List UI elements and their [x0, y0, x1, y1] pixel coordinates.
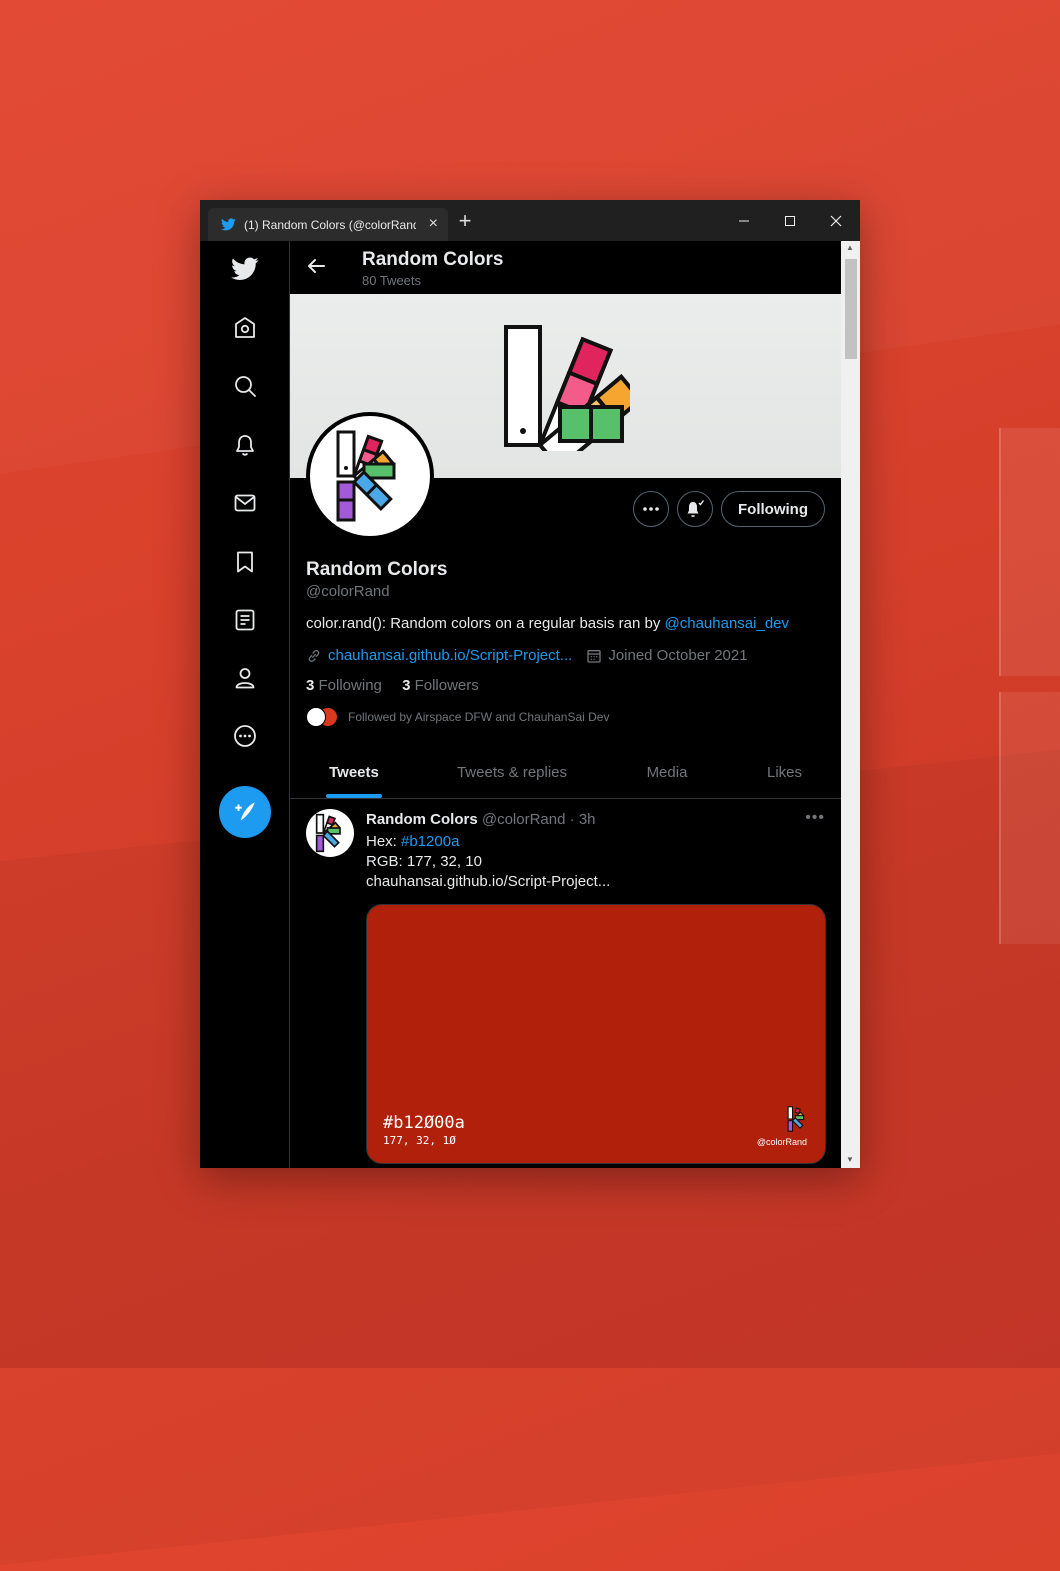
profile-more-button[interactable]: [633, 491, 669, 527]
followers-stat-link[interactable]: 3 Followers: [402, 677, 479, 694]
minimize-button[interactable]: [721, 200, 767, 241]
tab-tweets[interactable]: Tweets: [290, 747, 418, 798]
tweet-hashtag-link[interactable]: #b1200a: [401, 833, 459, 850]
tweet-hex-label: Hex:: [366, 833, 402, 850]
tweet-color-image[interactable]: #b12Ø00a 177, 32, 1Ø @colorRand: [366, 904, 826, 1164]
bio-mention-link[interactable]: @chauhansai_dev: [665, 615, 789, 632]
tab-media[interactable]: Media: [606, 747, 728, 798]
tab-tweets-replies-label: Tweets & replies: [456, 764, 568, 781]
tweet-item[interactable]: Random Colors @colorRand · 3h ••• Hex: #…: [290, 799, 841, 1168]
tab-likes-label: Likes: [766, 764, 803, 781]
close-icon: [830, 215, 842, 226]
following-stat-link[interactable]: 3 Following: [306, 677, 382, 694]
scrollbar-thumb[interactable]: [845, 259, 857, 359]
messages-mail-icon[interactable]: [230, 488, 260, 518]
followed-by-row[interactable]: Followed by Airspace DFW and ChauhanSai …: [306, 707, 609, 727]
bookmark-icon[interactable]: [230, 547, 260, 577]
profile-avatar[interactable]: [306, 412, 434, 540]
vertical-scrollbar[interactable]: ▲ ▼: [841, 241, 860, 1168]
follower-avatar-1: [306, 707, 326, 727]
card-logo-icon: [787, 1106, 805, 1132]
header-tweet-count: 80 Tweets: [362, 273, 422, 288]
twitter-logo-icon[interactable]: [230, 254, 260, 284]
follow-stats: 3 Following 3 Followers: [306, 677, 479, 694]
notify-bell-button[interactable]: [677, 491, 713, 527]
profile-name: Random Colors: [306, 559, 448, 580]
calendar-icon: [587, 649, 601, 663]
scroll-up-arrow-icon[interactable]: ▲: [846, 243, 854, 252]
lists-icon[interactable]: [230, 605, 260, 635]
following-count: 3: [306, 677, 315, 694]
title-bar: (1) Random Colors (@colorRand × +: [200, 200, 860, 241]
desktop-logo-pane-bottom: [999, 692, 1060, 944]
profile-main-column: Random Colors 80 Tweets Following Random…: [290, 241, 841, 1168]
tab-tweets-label: Tweets: [329, 764, 379, 781]
website-link[interactable]: chauhansai.github.io/Script-Project...: [328, 647, 572, 664]
header-title: Random Colors: [362, 249, 504, 270]
profile-bio: color.rand(): Random colors on a regular…: [306, 615, 789, 632]
home-icon[interactable]: [230, 313, 260, 343]
search-icon[interactable]: [230, 371, 260, 401]
tab-title: (1) Random Colors (@colorRand: [244, 217, 416, 232]
compose-tweet-button[interactable]: [219, 786, 271, 838]
tweet-hex-line: Hex: #b1200a: [366, 833, 459, 850]
profile-handle: @colorRand: [306, 583, 390, 600]
tweet-link[interactable]: chauhansai.github.io/Script-Project...: [366, 873, 610, 890]
link-icon: [308, 649, 320, 662]
tweet-separator: ·: [569, 811, 575, 828]
tweet-avatar[interactable]: [306, 809, 354, 857]
avatar-logo-icon: [336, 430, 396, 522]
tab-tweets-replies[interactable]: Tweets & replies: [418, 747, 606, 798]
followers-label: Followers: [414, 677, 479, 694]
followed-by-text: Followed by Airspace DFW and ChauhanSai …: [348, 710, 610, 724]
tweet-more-icon[interactable]: •••: [805, 809, 825, 827]
following-label: Following: [318, 677, 382, 694]
browser-tab[interactable]: (1) Random Colors (@colorRand ×: [208, 208, 448, 241]
desktop-logo-pane-top: [999, 428, 1060, 676]
twitter-favicon-icon: [220, 217, 236, 233]
bio-text: color.rand(): Random colors on a regular…: [306, 615, 665, 632]
card-handle-text: @colorRand: [756, 1137, 807, 1147]
tab-likes[interactable]: Likes: [728, 747, 841, 798]
back-arrow-icon[interactable]: [306, 256, 328, 278]
new-tab-button[interactable]: +: [454, 210, 476, 232]
profile-meta: chauhansai.github.io/Script-Project... J…: [306, 647, 748, 664]
notifications-bell-icon[interactable]: [230, 430, 260, 460]
profile-person-icon[interactable]: [230, 663, 260, 693]
color-swatch-fan-icon: [504, 325, 630, 451]
tab-media-label: Media: [646, 764, 688, 781]
card-hex-text: #b12Ø00a: [383, 1113, 465, 1133]
following-button[interactable]: Following: [721, 491, 825, 527]
tweet-rgb-line: RGB: 177, 32, 10: [366, 853, 482, 870]
browser-window: (1) Random Colors (@colorRand × + Random…: [200, 200, 860, 1168]
maximize-button[interactable]: [767, 200, 813, 241]
card-rgb-text: 177, 32, 1Ø: [383, 1134, 456, 1147]
nav-sidebar: [200, 241, 290, 1168]
tweet-time[interactable]: 3h: [579, 811, 596, 828]
close-window-button[interactable]: [813, 200, 859, 241]
compose-tweet-icon: [235, 802, 255, 821]
more-circle-icon[interactable]: [230, 721, 260, 751]
profile-tabs: Tweets Tweets & replies Media Likes: [290, 747, 841, 799]
bell-check-icon: [687, 500, 705, 517]
active-tab-indicator: [326, 794, 382, 798]
followers-count: 3: [402, 677, 411, 694]
tweet-header: Random Colors @colorRand · 3h: [366, 811, 596, 828]
more-dots-icon: [643, 507, 659, 511]
tweet-author-name[interactable]: Random Colors: [366, 811, 478, 828]
joined-date: Joined October 2021: [608, 647, 748, 664]
tweet-avatar-logo-icon: [315, 813, 341, 853]
scroll-down-arrow-icon[interactable]: ▼: [846, 1155, 854, 1164]
profile-header: Random Colors 80 Tweets: [290, 241, 841, 294]
tweet-author-handle[interactable]: @colorRand: [482, 811, 566, 828]
tab-close-icon[interactable]: ×: [429, 215, 438, 233]
maximize-icon: [785, 215, 795, 226]
minimize-icon: [739, 220, 749, 221]
